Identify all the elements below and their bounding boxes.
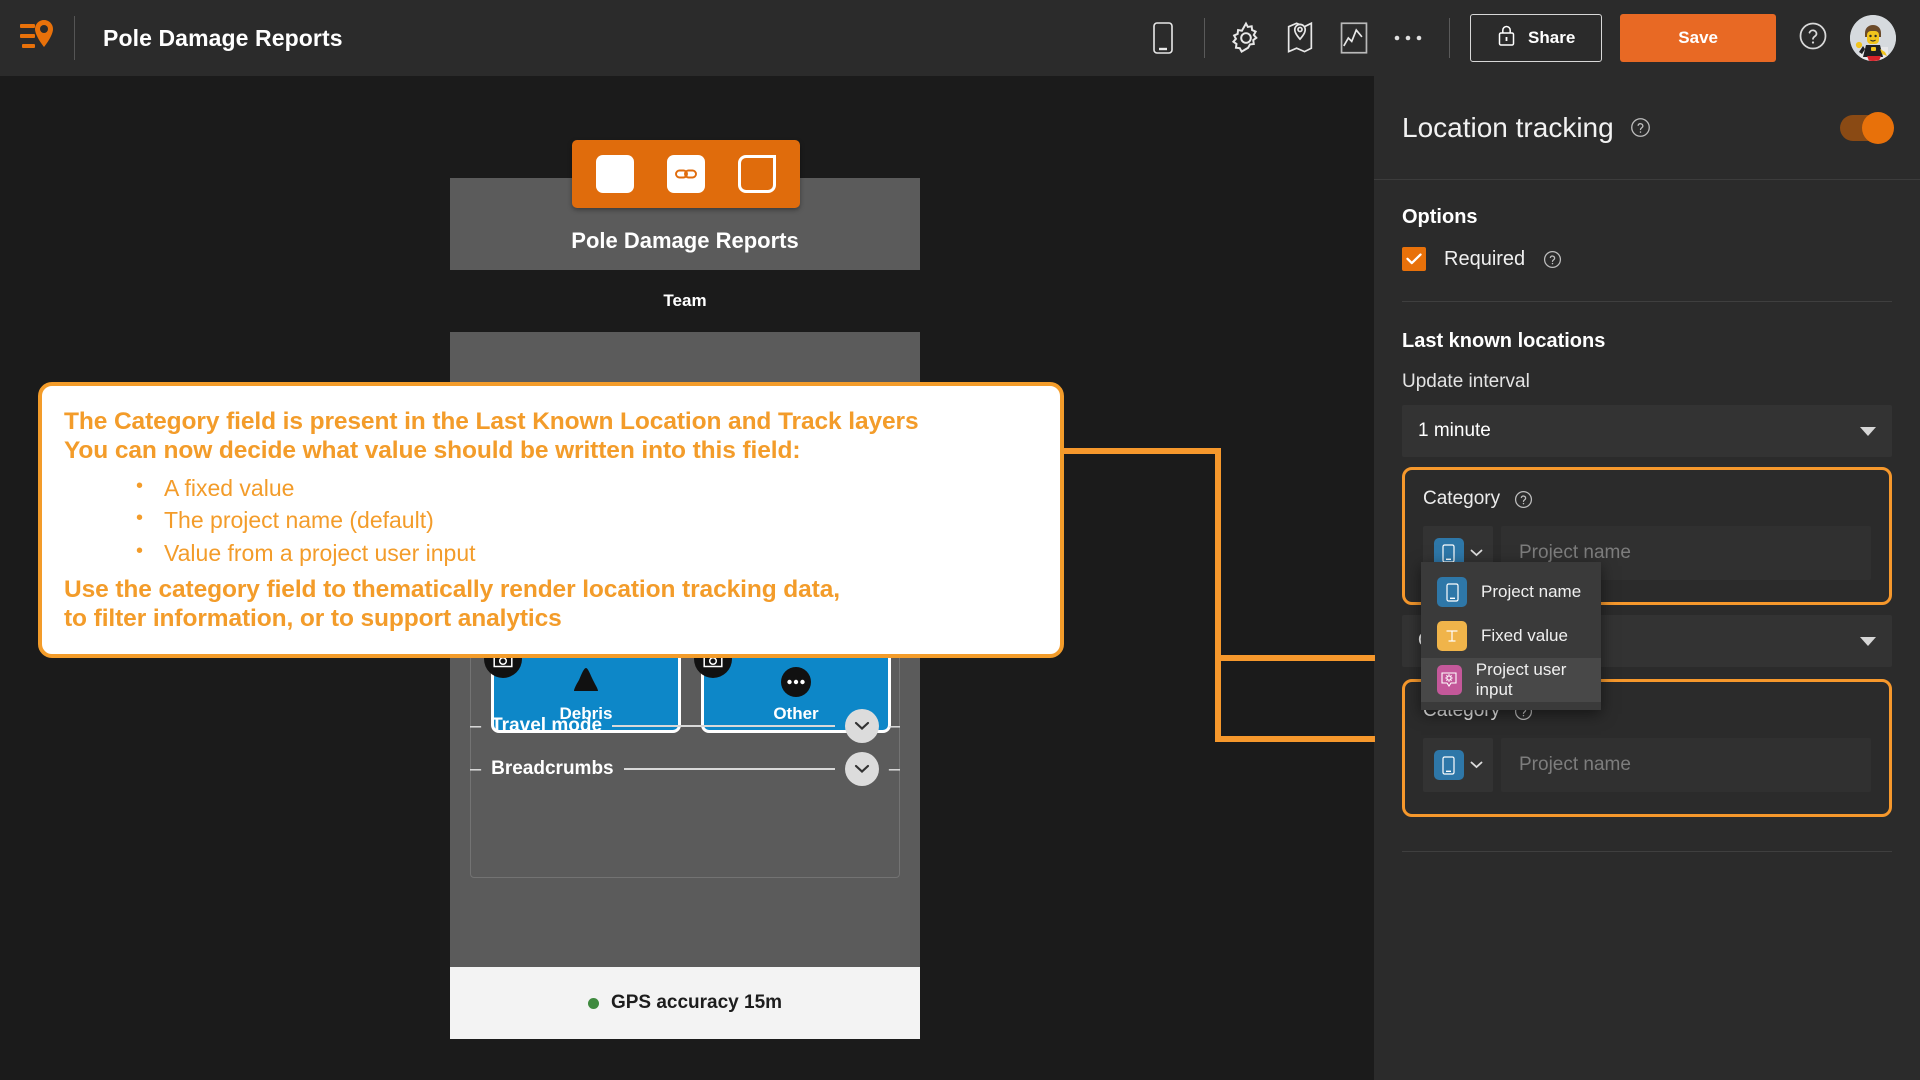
required-checkbox-row[interactable]: Required	[1402, 247, 1892, 271]
chevron-down-icon	[1860, 630, 1876, 652]
callout-line-3: Use the category field to thematically r…	[64, 576, 1034, 605]
help-circle-icon[interactable]	[1630, 117, 1651, 138]
chevron-down-icon[interactable]	[845, 752, 879, 786]
panel-body: Options Required Last known locations Up…	[1374, 180, 1920, 852]
dropdown-option-fixed-value[interactable]: Fixed value	[1421, 614, 1601, 658]
slider-label: Breadcrumbs	[491, 758, 614, 780]
options-section-title: Options	[1402, 206, 1892, 229]
category-value-input-2[interactable]: Project name	[1501, 738, 1871, 792]
location-tracking-toggle[interactable]	[1840, 115, 1892, 141]
list-item: The project name (default)	[64, 504, 1034, 537]
category-type-picker-2[interactable]	[1423, 738, 1493, 792]
map-pin-icon[interactable]	[1273, 11, 1327, 65]
help-circle-icon[interactable]	[1543, 250, 1562, 269]
mobile-icon	[1437, 577, 1467, 607]
user-input-gear-icon	[1437, 665, 1462, 695]
help-circle-icon[interactable]	[1514, 490, 1533, 509]
phone-team-row: Team	[450, 270, 920, 332]
dropdown-option-label: Project name	[1481, 582, 1581, 602]
slider-track	[612, 725, 835, 727]
user-avatar[interactable]	[1850, 15, 1896, 61]
update-interval-value: 1 minute	[1418, 420, 1491, 442]
required-checkbox[interactable]	[1402, 247, 1426, 271]
required-label: Required	[1444, 248, 1525, 271]
settings-gear-icon[interactable]	[1219, 11, 1273, 65]
app-title: Pole Damage Reports	[103, 25, 343, 52]
chevron-down-icon	[1860, 420, 1876, 442]
travel-mode-row[interactable]: – Travel mode –	[470, 704, 900, 748]
app-root: Pole Damage Reports	[0, 0, 1920, 1080]
more-options-icon[interactable]	[1381, 11, 1435, 65]
list-item: A fixed value	[64, 472, 1034, 505]
chevron-down-icon[interactable]	[845, 709, 879, 743]
gps-status-bar: GPS accuracy 15m	[450, 967, 920, 1039]
phone-team-label: Team	[663, 291, 706, 311]
dropdown-option-label: Project user input	[1476, 660, 1585, 700]
dash-icon: –	[470, 758, 481, 781]
callout-bullets: A fixed value The project name (default)…	[64, 472, 1034, 570]
toolbar-divider	[74, 16, 75, 60]
dropdown-option-project-name[interactable]: Project name	[1421, 570, 1601, 614]
mobile-preview-icon[interactable]	[1136, 11, 1190, 65]
phone-header-title: Pole Damage Reports	[571, 228, 798, 254]
last-known-locations-title: Last known locations	[1402, 330, 1892, 353]
debris-pile-icon	[568, 666, 604, 699]
gps-status-dot	[588, 998, 599, 1009]
chevron-down-icon	[1470, 544, 1483, 562]
callout-box: The Category field is present in the Las…	[38, 382, 1064, 658]
dropdown-option-project-user-input[interactable]: Project user input	[1421, 658, 1601, 702]
dropdown-option-label: Fixed value	[1481, 626, 1568, 646]
top-toolbar: Pole Damage Reports	[0, 0, 1920, 76]
dash-icon: –	[470, 715, 481, 738]
map-layers-icon[interactable]	[1327, 11, 1381, 65]
update-interval-label: Update interval	[1402, 371, 1892, 393]
link-tab-link-icon[interactable]	[667, 155, 705, 193]
callout-line-2: You can now decide what value should be …	[64, 437, 1034, 466]
category-label: Category	[1423, 488, 1500, 510]
dash-icon: –	[889, 758, 900, 781]
connector-line	[1215, 448, 1221, 742]
category-type-dropdown: Project name Fixed value	[1421, 562, 1601, 710]
form-tab-square-icon[interactable]	[596, 155, 634, 193]
connector-line	[1215, 736, 1375, 742]
field-maps-logo-icon[interactable]	[0, 0, 74, 76]
list-item: Value from a project user input	[64, 537, 1034, 570]
text-t-icon	[1437, 621, 1467, 651]
slider-track	[624, 768, 835, 770]
panel-header: Location tracking	[1374, 76, 1920, 180]
help-circle-icon[interactable]	[1798, 21, 1828, 56]
page-tab-outline-icon[interactable]	[738, 155, 776, 193]
page-title: Location tracking	[1402, 112, 1614, 144]
toolbar-divider	[1449, 18, 1450, 58]
save-button[interactable]: Save	[1620, 14, 1776, 62]
divider	[1402, 851, 1892, 852]
connector-line	[1215, 655, 1375, 661]
share-button[interactable]: Share	[1470, 14, 1602, 62]
share-label: Share	[1528, 28, 1575, 48]
mobile-icon	[1434, 750, 1464, 780]
gps-status-text: GPS accuracy 15m	[611, 992, 782, 1014]
callout-line-1: The Category field is present in the Las…	[64, 408, 1034, 437]
settings-panel: Location tracking Options Required	[1374, 76, 1920, 1080]
breadcrumbs-row[interactable]: – Breadcrumbs –	[470, 747, 900, 791]
chevron-down-icon	[1470, 756, 1483, 774]
ellipsis-circle-icon	[780, 666, 812, 703]
category-field-group: Category	[1402, 467, 1892, 605]
phone-tab-bar	[572, 140, 800, 208]
dash-icon: –	[889, 715, 900, 738]
slider-label: Travel mode	[491, 715, 602, 737]
callout-line-4: to filter information, or to support ana…	[64, 605, 1034, 634]
toolbar-divider	[1204, 18, 1205, 58]
update-interval-select[interactable]: 1 minute	[1402, 405, 1892, 457]
design-canvas: Pole Damage Reports Team	[0, 76, 1374, 1080]
divider	[1402, 301, 1892, 302]
lock-icon	[1497, 24, 1516, 52]
